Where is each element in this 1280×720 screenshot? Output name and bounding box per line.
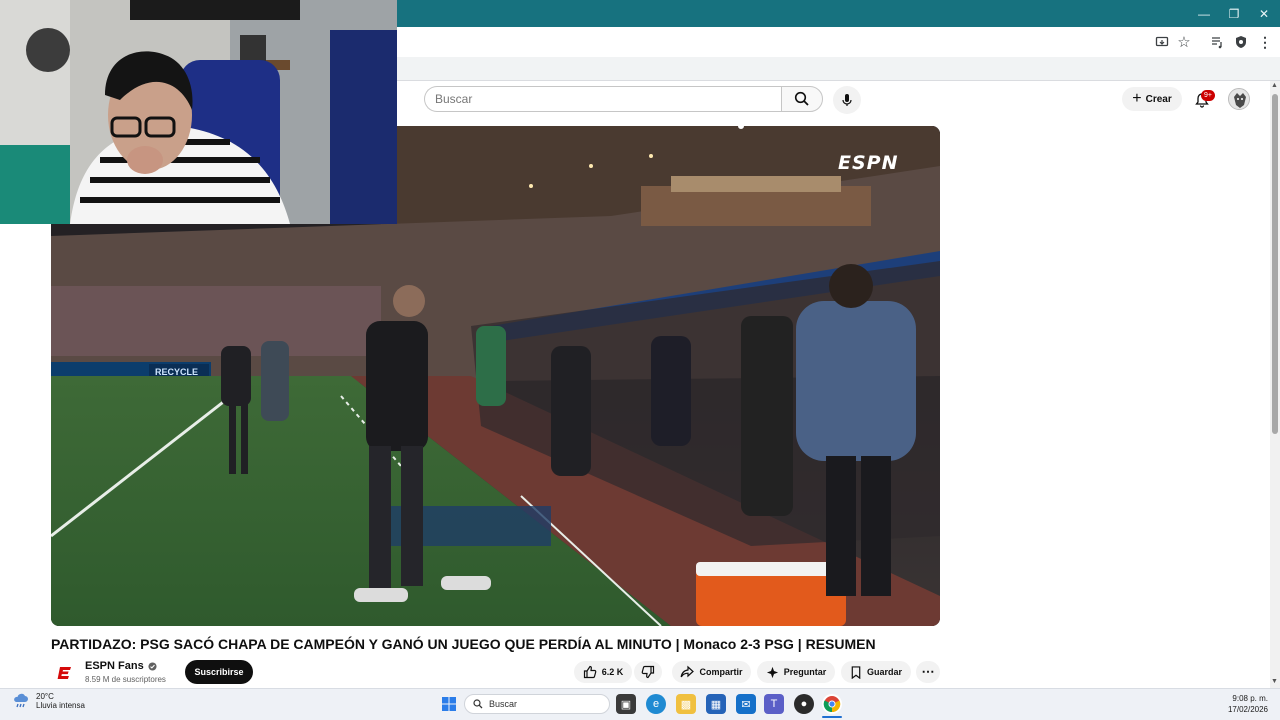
save-label: Guardar [866, 667, 902, 677]
rain-cloud-icon [14, 693, 28, 708]
ad-board-text: RECYCLE [155, 367, 198, 377]
windows-start-icon[interactable] [439, 694, 459, 714]
microsoft-store-icon[interactable]: ▦ [706, 694, 726, 714]
bookmark-icon [851, 665, 861, 679]
subscriber-count: 8.59 M de suscriptores [85, 675, 166, 684]
verified-check-icon [148, 661, 157, 671]
clock-time: 9:08 p. m. [1232, 694, 1268, 703]
save-button[interactable]: Guardar [841, 661, 911, 683]
share-icon [681, 665, 695, 678]
chrome-icon[interactable] [822, 694, 842, 714]
channel-name[interactable]: ESPN Fans [85, 660, 157, 672]
scrollbar-thumb[interactable] [1272, 94, 1278, 434]
extension-shield-icon[interactable] [1230, 31, 1252, 53]
sparkle-icon [766, 666, 778, 678]
teams-icon[interactable]: T [764, 694, 784, 714]
create-button[interactable]: + Crear [1122, 87, 1182, 111]
clock-date: 17/02/2026 [1227, 705, 1268, 714]
subscribe-button[interactable]: Suscribirse [185, 660, 253, 684]
taskbar-search[interactable]: Buscar [464, 694, 610, 714]
plus-icon: + [1132, 90, 1142, 107]
weather-temperature: 20°C [36, 692, 54, 701]
bookmark-star-icon[interactable]: ☆ [1173, 31, 1195, 53]
ask-button[interactable]: Preguntar [757, 661, 835, 683]
search-box[interactable] [424, 86, 782, 112]
espn-watermark-logo: ESPN [838, 152, 899, 174]
ask-label: Preguntar [783, 667, 827, 677]
thumbs-down-icon [641, 665, 655, 679]
webcam-overlay [0, 0, 397, 224]
mail-icon[interactable]: ✉ [736, 694, 756, 714]
edge-browser-icon[interactable]: e [646, 694, 666, 714]
taskbar-clock[interactable]: 9:08 p. m. 17/02/2026 [1216, 693, 1268, 715]
search-icon [794, 91, 809, 106]
more-actions-button[interactable]: ⋯ [916, 661, 940, 683]
like-count: 6.2 K [601, 667, 624, 677]
search-icon [473, 699, 483, 709]
file-explorer-icon[interactable]: ▩ [676, 694, 696, 714]
microphone-icon [842, 94, 852, 106]
like-button[interactable]: 6.2 K [574, 661, 632, 683]
search-input[interactable] [435, 92, 765, 106]
account-avatar[interactable] [1228, 88, 1250, 110]
share-button[interactable]: Compartir [672, 661, 751, 683]
notification-count-badge: 9+ [1201, 90, 1215, 101]
dislike-button[interactable] [634, 661, 662, 683]
video-title: PARTIDAZO: PSG SACÓ CHAPA DE CAMPEÓN Y G… [51, 636, 876, 652]
active-app-indicator [822, 716, 842, 718]
app-badge-icon[interactable]: ● [794, 694, 814, 714]
install-app-icon[interactable] [1151, 31, 1173, 53]
create-label: Crear [1145, 93, 1172, 105]
restore-icon[interactable]: ❐ [1218, 0, 1250, 27]
more-horizontal-icon: ⋯ [921, 664, 935, 679]
windows-taskbar [0, 688, 1280, 720]
scroll-up-icon[interactable]: ▲ [1271, 82, 1278, 89]
minimize-icon[interactable]: — [1188, 0, 1220, 27]
scroll-down-icon[interactable]: ▼ [1271, 678, 1278, 685]
media-control-icon[interactable] [1206, 31, 1228, 53]
taskbar-search-label: Buscar [489, 699, 518, 709]
task-view-icon[interactable]: ▣ [616, 694, 636, 714]
browser-menu-icon[interactable]: ⋮ [1254, 31, 1276, 53]
weather-description: Lluvia intensa [36, 701, 85, 710]
search-button[interactable] [781, 86, 823, 112]
share-label: Compartir [699, 667, 743, 677]
close-icon[interactable]: ✕ [1248, 0, 1280, 27]
channel-name-text: ESPN Fans [85, 660, 144, 672]
weather-widget[interactable]: 20°C Lluvia intensa [12, 692, 85, 710]
voice-search-button[interactable] [833, 86, 861, 114]
channel-avatar[interactable] [54, 662, 76, 684]
thumbs-up-icon [583, 665, 597, 679]
